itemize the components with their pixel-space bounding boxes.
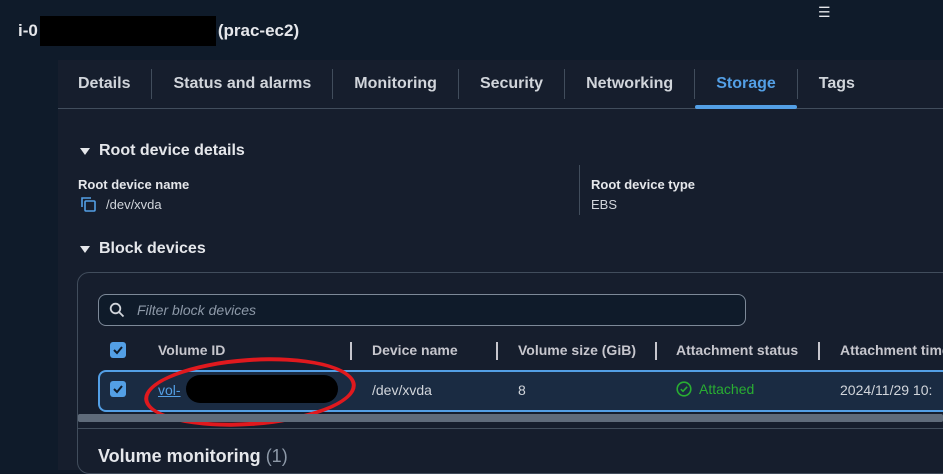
root-device-toggle[interactable]: Root device details bbox=[80, 142, 245, 160]
tab-details[interactable]: Details bbox=[58, 60, 151, 108]
tab-networking[interactable]: Networking bbox=[565, 60, 694, 108]
root-device-heading: Root device details bbox=[99, 142, 245, 159]
left-margin bbox=[0, 0, 58, 470]
tab-tags[interactable]: Tags bbox=[798, 60, 876, 108]
horizontal-scrollbar[interactable] bbox=[78, 414, 943, 422]
attachment-status-text: Attached bbox=[699, 381, 755, 397]
volume-monitoring-heading: Volume monitoring (1) bbox=[98, 446, 288, 467]
copy-icon[interactable] bbox=[80, 196, 96, 212]
column-resizer[interactable] bbox=[496, 342, 498, 360]
checkmark-icon bbox=[113, 346, 123, 355]
volume-monitoring-count: (1) bbox=[265, 446, 288, 466]
divider bbox=[78, 428, 943, 429]
filter-block-devices[interactable] bbox=[98, 294, 746, 326]
root-device-name-text: /dev/xvda bbox=[106, 196, 162, 212]
column-volume-size[interactable]: Volume size (GiB) bbox=[518, 342, 636, 358]
device-name-cell: /dev/xvda bbox=[372, 382, 432, 398]
tab-bar: Details Status and alarms Monitoring Sec… bbox=[58, 60, 943, 109]
attachment-time-cell: 2024/11/29 10: bbox=[840, 382, 933, 398]
checkmark-icon bbox=[113, 385, 123, 394]
column-resizer[interactable] bbox=[350, 342, 352, 360]
row-checkbox[interactable] bbox=[110, 381, 126, 397]
redaction-block bbox=[39, 16, 216, 46]
block-devices-heading: Block devices bbox=[99, 240, 206, 257]
root-device-type-label: Root device type bbox=[591, 177, 696, 192]
tab-status-and-alarms[interactable]: Status and alarms bbox=[152, 60, 332, 108]
column-resizer[interactable] bbox=[655, 342, 657, 360]
volume-monitoring-title: Volume monitoring bbox=[98, 446, 261, 466]
tab-monitoring[interactable]: Monitoring bbox=[333, 60, 458, 108]
select-all-checkbox[interactable] bbox=[110, 342, 126, 358]
instance-name: (prac-ec2) bbox=[217, 21, 300, 40]
column-volume-id[interactable]: Volume ID bbox=[158, 342, 225, 358]
caret-down-icon bbox=[80, 147, 90, 155]
root-device-name-value: /dev/xvda bbox=[80, 196, 162, 212]
search-icon bbox=[109, 302, 125, 318]
menu-icon[interactable]: ☰ bbox=[818, 4, 831, 21]
root-device-name-label: Root device name bbox=[78, 177, 190, 192]
volume-size-cell: 8 bbox=[518, 382, 526, 398]
instance-id-prefix: i-0 bbox=[18, 21, 38, 40]
column-device-name[interactable]: Device name bbox=[372, 342, 458, 358]
tab-storage[interactable]: Storage bbox=[695, 60, 797, 109]
check-circle-icon bbox=[676, 381, 692, 397]
instance-title: i-0 (prac-ec2) bbox=[18, 16, 300, 46]
filter-input[interactable] bbox=[135, 301, 745, 319]
root-device-type-value: EBS bbox=[591, 197, 618, 212]
tab-security[interactable]: Security bbox=[459, 60, 564, 108]
block-devices-toggle[interactable]: Block devices bbox=[80, 240, 206, 258]
scrollbar-thumb[interactable] bbox=[78, 414, 943, 422]
column-attachment-time[interactable]: Attachment time bbox=[840, 342, 943, 358]
column-resizer[interactable] bbox=[818, 342, 820, 360]
caret-down-icon bbox=[80, 245, 90, 253]
column-divider bbox=[579, 165, 580, 215]
attachment-status-cell: Attached bbox=[676, 381, 754, 397]
column-attachment-status[interactable]: Attachment status bbox=[676, 342, 798, 358]
